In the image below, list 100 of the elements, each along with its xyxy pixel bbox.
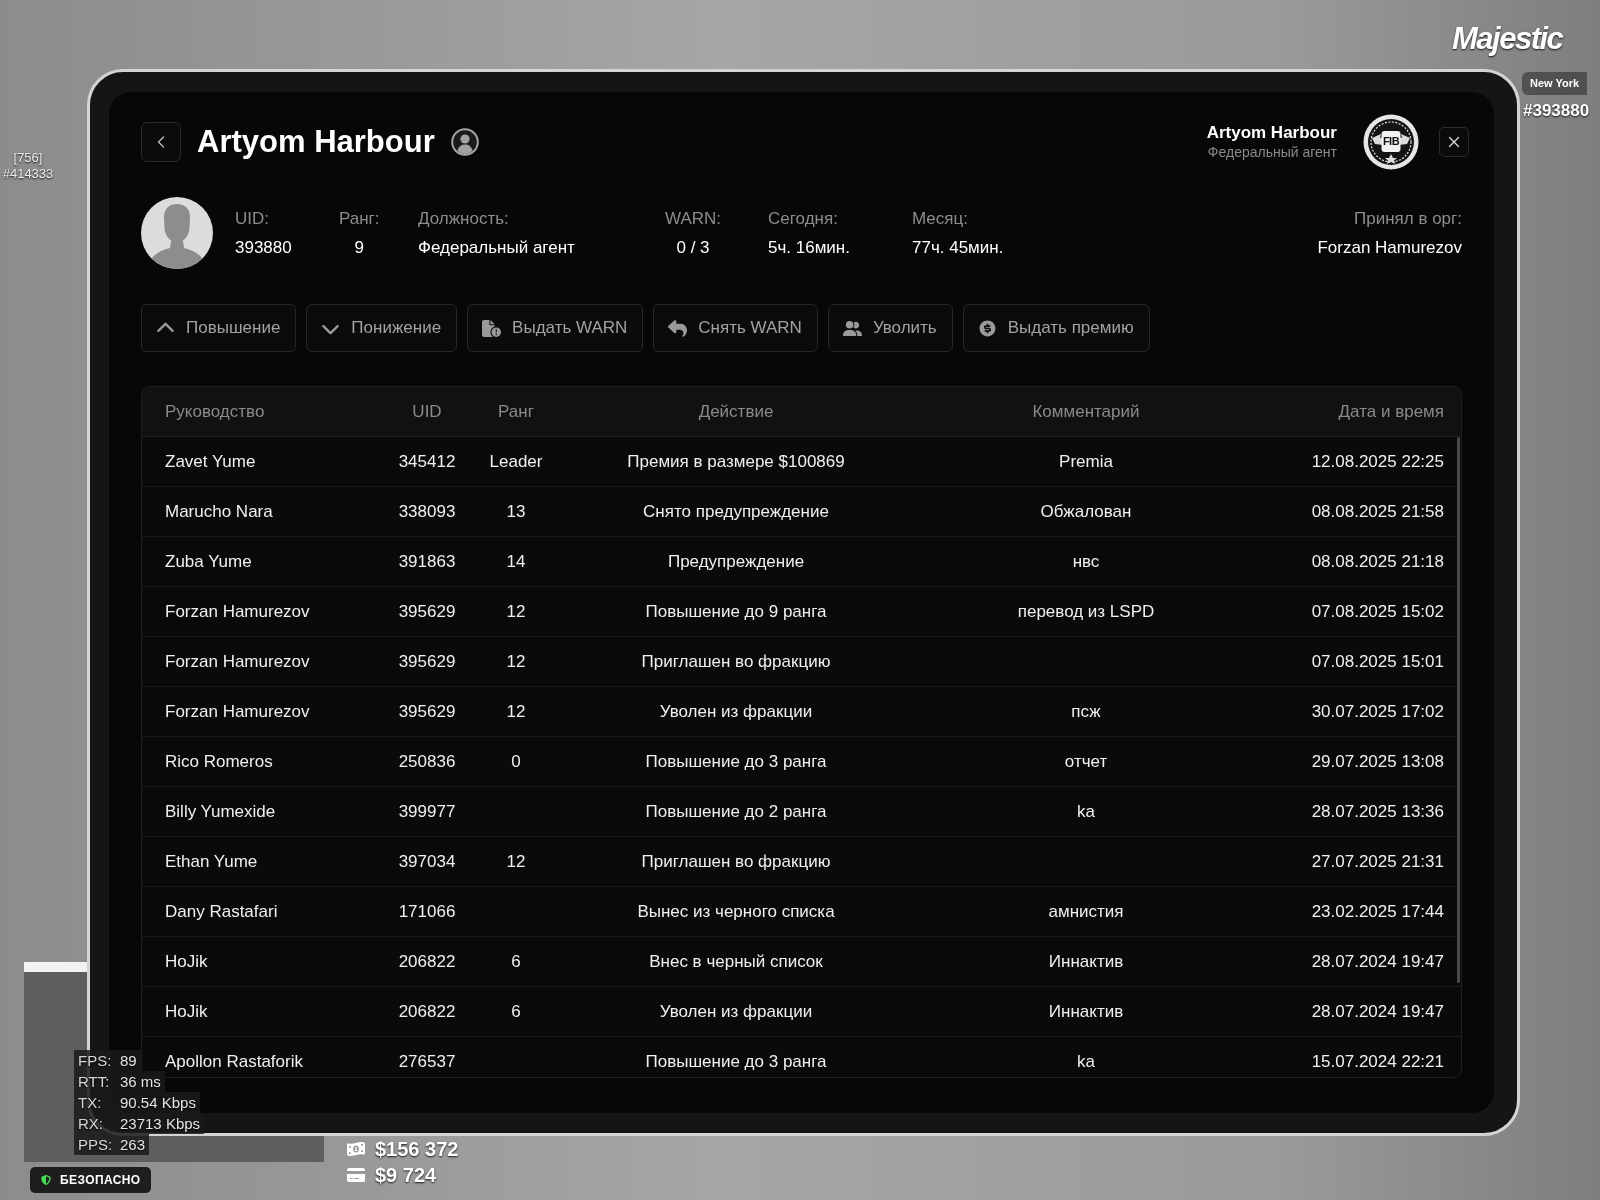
- table-cell-text: 28.07.2025 13:36: [1311, 800, 1444, 823]
- table-cell-text: амнистия: [1048, 900, 1124, 923]
- table-cell-text: 30.07.2025 17:02: [1311, 700, 1444, 723]
- column-header: Ранг: [498, 400, 534, 423]
- table-cell-text: Вынес из черного списка: [637, 900, 835, 923]
- back-button[interactable]: [141, 122, 181, 162]
- cash-icon: [347, 1140, 365, 1158]
- table-cell-text: 206822: [398, 1000, 456, 1023]
- table-cell-text: 12: [506, 650, 526, 673]
- stat-value: 9: [354, 236, 364, 259]
- net-stat-label: RX:: [74, 1113, 120, 1134]
- stat-value: 393880: [235, 236, 292, 259]
- table-cell-text: Повышение до 3 ранга: [645, 1050, 827, 1073]
- scrollbar-thumb[interactable]: [1457, 437, 1460, 983]
- stat-label: Месяц:: [912, 207, 968, 230]
- table-cell-text: Dany Rastafari: [165, 900, 278, 923]
- credit-card-icon: [347, 1166, 365, 1184]
- table-cell-text: Apollon Rastaforik: [165, 1050, 303, 1073]
- bonus-button[interactable]: Выдать премию: [962, 304, 1150, 352]
- avatar-placeholder: [141, 197, 213, 269]
- table-cell-text: 345412: [398, 450, 456, 473]
- table-cell-text: Zuba Yume: [165, 550, 252, 573]
- viewer-name: Artyom Harbour: [1206, 123, 1337, 143]
- net-stat-value: 23713 Kbps: [120, 1113, 205, 1134]
- issue-warn-button[interactable]: Выдать WARN: [467, 304, 644, 352]
- table-cell-text: 23.02.2025 17:44: [1311, 900, 1444, 923]
- money-amount: $9 724: [375, 1163, 437, 1187]
- table-cell-text: Приглашен во фракцию: [641, 650, 831, 673]
- table-cell-text: HoJik: [165, 1000, 208, 1023]
- column-header: Руководство: [165, 400, 265, 423]
- stat-label: Сегодня:: [768, 207, 838, 230]
- table-cell-text: 206822: [398, 950, 456, 973]
- user-circle-icon: [450, 128, 479, 156]
- demote-button[interactable]: Понижение: [306, 304, 458, 352]
- table-cell-text: Forzan Hamurezov: [165, 650, 310, 673]
- promote-button[interactable]: Повышение: [141, 304, 297, 352]
- stat-value: Forzan Hamurezov: [1317, 236, 1462, 259]
- table-cell-text: 171066: [398, 900, 456, 923]
- table-cell-text: 29.07.2025 13:08: [1311, 750, 1444, 773]
- table-cell-text: Ethan Yume: [165, 850, 258, 873]
- table-cell-text: 0: [511, 750, 521, 773]
- close-button[interactable]: [1439, 127, 1469, 157]
- table-cell-text: 12: [506, 600, 526, 623]
- table-cell-text: Уволен из фракции: [659, 1000, 813, 1023]
- profile-title: Artyom Harbour: [197, 123, 435, 161]
- table-cell-text: 399977: [398, 800, 456, 823]
- table-cell-text: 15.07.2024 22:21: [1311, 1050, 1444, 1073]
- table-cell-text: Forzan Hamurezov: [165, 600, 310, 623]
- money-amount: $156 372: [375, 1137, 459, 1161]
- table-cell-text: 12: [506, 700, 526, 723]
- table-cell-text: Снято предупреждение: [643, 500, 829, 523]
- table-cell-text: 395629: [398, 700, 456, 723]
- table-cell-text: HoJik: [165, 950, 208, 973]
- table-cell-text: Обжалован: [1040, 500, 1132, 523]
- table-cell-text: 6: [511, 950, 521, 973]
- net-stat-value: 36 ms: [120, 1071, 165, 1092]
- table-cell-text: псж: [1071, 700, 1101, 723]
- table-cell-text: Leader: [489, 450, 543, 473]
- table-cell-text: Повышение до 2 ранга: [645, 800, 827, 823]
- table-cell-text: Иннактив: [1048, 950, 1124, 973]
- net-stat-label: FPS:: [74, 1050, 120, 1071]
- remove-warn-button[interactable]: Снять WARN: [653, 304, 818, 352]
- column-header: Комментарий: [1032, 400, 1140, 423]
- net-stat-value: 90.54 Kbps: [120, 1092, 200, 1113]
- emblem-icon: [1363, 114, 1419, 170]
- table-cell-text: 338093: [398, 500, 456, 523]
- stat-value: 0 / 3: [676, 236, 710, 259]
- stat-label: WARN:: [665, 207, 722, 230]
- table-cell-text: 276537: [398, 1050, 456, 1073]
- dollar-coin-icon: [977, 318, 997, 338]
- dismiss-button[interactable]: Уволить: [827, 304, 953, 352]
- table-cell-text: Marucho Nara: [165, 500, 273, 523]
- column-header: UID: [412, 400, 442, 423]
- stat-value: 77ч. 45мин.: [912, 236, 1004, 259]
- table-cell-text: 13: [506, 500, 526, 523]
- emblem-text: FIB: [1382, 134, 1400, 149]
- table-cell-text: 08.08.2025 21:58: [1311, 500, 1444, 523]
- table-cell-text: 27.07.2025 21:31: [1311, 850, 1444, 873]
- table-cell-text: 07.08.2025 15:01: [1311, 650, 1444, 673]
- table-cell-text: Rico Romeros: [165, 750, 273, 773]
- player-id-text: #393880: [1523, 100, 1590, 122]
- stat-label: Должность:: [418, 207, 509, 230]
- viewer-position: Федеральный агент: [1207, 143, 1337, 161]
- table-cell-text: Zavet Yume: [165, 450, 256, 473]
- location-badge: New York: [1522, 72, 1588, 95]
- table-cell-text: 397034: [398, 850, 456, 873]
- table-cell-text: Уволен из фракции: [659, 700, 813, 723]
- table-cell-text: ka: [1077, 1050, 1095, 1073]
- table-cell-text: 08.08.2025 21:18: [1311, 550, 1444, 573]
- table-cell-text: Повышение до 3 ранга: [645, 750, 827, 773]
- table-cell-text: 250836: [398, 750, 456, 773]
- column-header: Дата и время: [1338, 400, 1444, 423]
- shield-icon: [41, 1174, 51, 1186]
- net-stat-label: TX:: [74, 1092, 120, 1113]
- net-stat-label: PPS:: [74, 1134, 120, 1155]
- table-cell-text: 28.07.2024 19:47: [1311, 950, 1444, 973]
- table-cell-text: 12: [506, 850, 526, 873]
- net-stat-value: 263: [120, 1134, 150, 1155]
- net-stat-label: RTT:: [74, 1071, 120, 1092]
- table-cell-text: Billy Yumexide: [165, 800, 276, 823]
